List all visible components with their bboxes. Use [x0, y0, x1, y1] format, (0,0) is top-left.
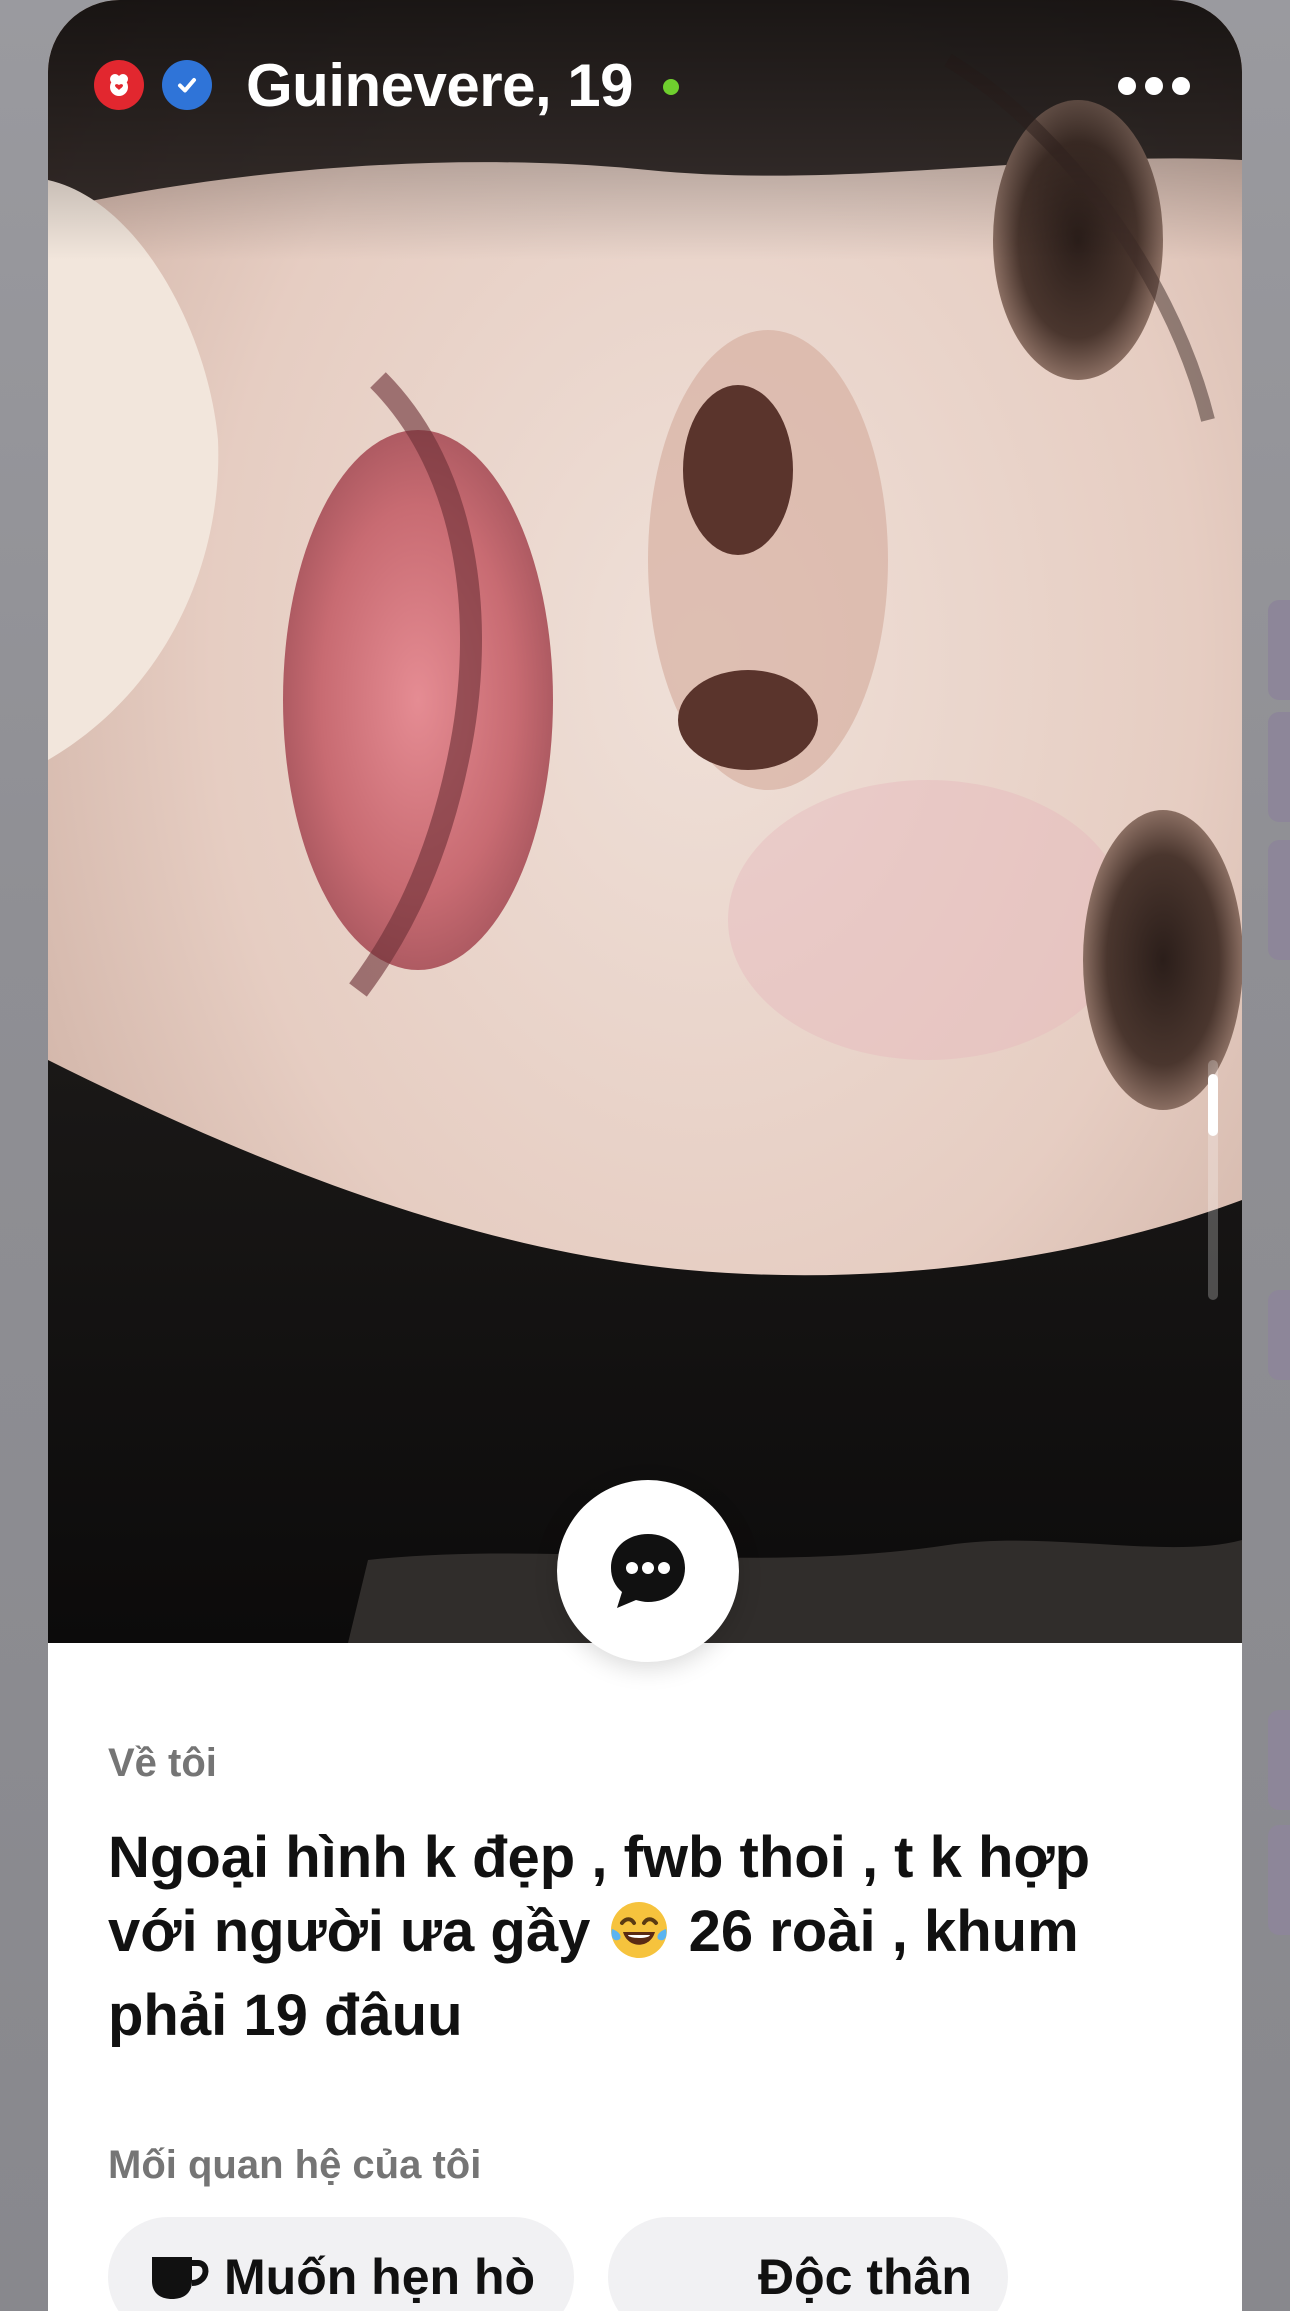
scroll-thumb[interactable] — [1208, 1074, 1218, 1136]
more-dot-icon — [1172, 77, 1190, 95]
about-line-part: 26 roài , khum — [688, 1899, 1079, 1964]
background-card-edge — [1268, 1290, 1290, 1380]
about-text: Ngoại hình k đẹp , fwb thoi , t k hợp vớ… — [108, 1821, 1168, 2053]
laughing-tears-emoji-icon — [608, 1899, 670, 1979]
more-dot-icon — [1145, 77, 1163, 95]
about-line: phải 19 đâuu — [108, 1983, 463, 2048]
profile-name-age: Guinevere, 19 — [246, 51, 634, 119]
about-label: Về tôi — [108, 1741, 217, 1785]
heart-badge-icon[interactable] — [94, 60, 144, 110]
more-dot-icon — [1118, 77, 1136, 95]
profile-photo[interactable]: Guinevere, 19 — [48, 0, 1242, 1643]
about-line-part: với người ưa gầy — [108, 1899, 591, 1964]
profile-details: Về tôi Ngoại hình k đẹp , fwb thoi , t k… — [48, 1643, 1242, 2311]
chip-label: Độc thân — [758, 2249, 972, 2305]
about-line: Ngoại hình k đẹp , fwb thoi , t k hợp — [108, 1825, 1091, 1890]
chat-bubble-icon — [611, 1534, 685, 1608]
coffee-cup-icon — [148, 2251, 212, 2303]
background-card-edge — [1268, 840, 1290, 960]
relationship-chip-single: Độc thân — [608, 2217, 1008, 2311]
online-status-dot — [663, 79, 680, 95]
profile-header: Guinevere, 19 — [48, 0, 1242, 170]
verified-badge-icon[interactable] — [162, 60, 212, 110]
profile-card[interactable]: Guinevere, 19 Về tôi Ngoại hình k đẹp , … — [48, 0, 1242, 2311]
about-line: với người ưa gầy 26 roài , khum — [108, 1895, 1168, 1979]
background-card-edge — [1268, 600, 1290, 700]
background-card-edge — [1268, 1825, 1290, 1935]
background-card-edge — [1268, 712, 1290, 822]
photo-scroll-indicator[interactable] — [1208, 1060, 1218, 1300]
chat-button[interactable] — [557, 1480, 739, 1662]
relationship-label: Mối quan hệ của tôi — [108, 2143, 482, 2187]
chip-label: Muốn hẹn hò — [224, 2249, 536, 2305]
background-card-edge — [1268, 1710, 1290, 1810]
relationship-chip-dating: Muốn hẹn hò — [108, 2217, 574, 2311]
more-options-button[interactable] — [1112, 60, 1196, 112]
